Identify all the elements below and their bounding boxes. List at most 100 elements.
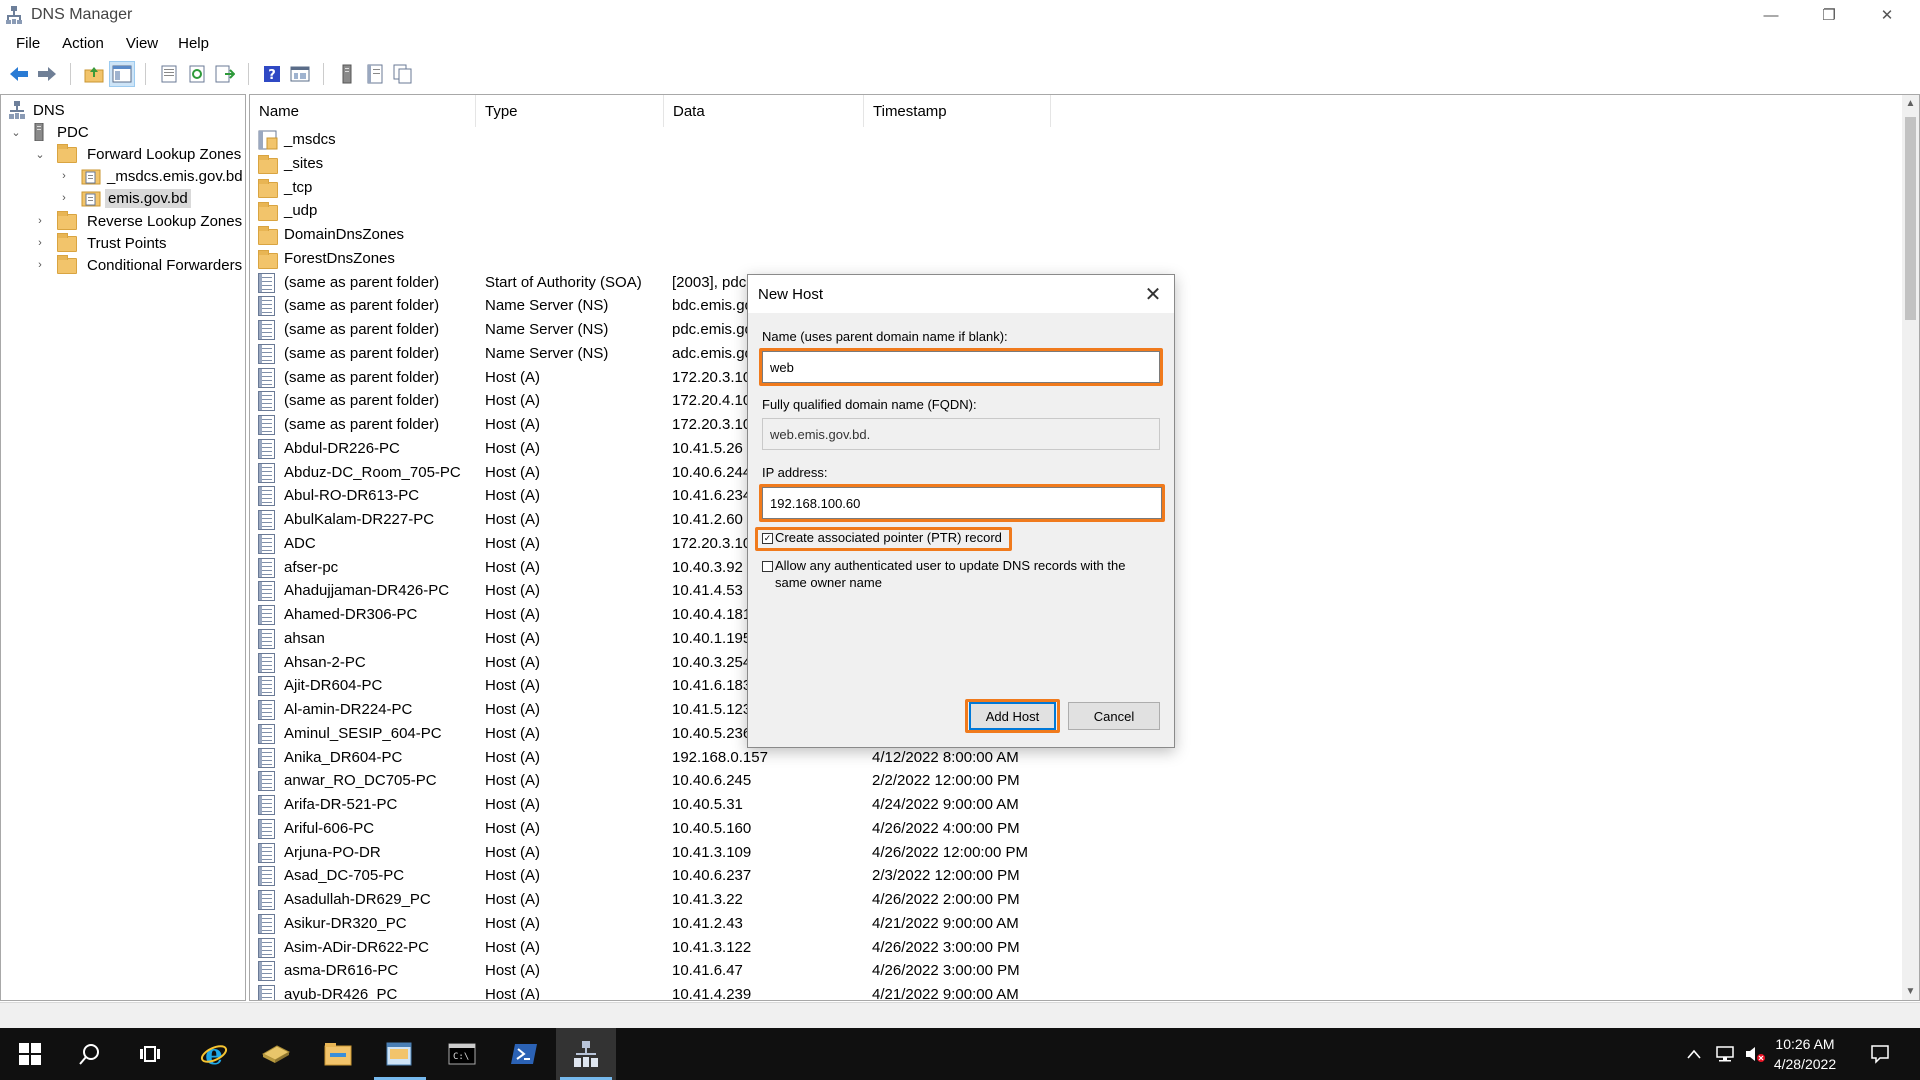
search-icon[interactable] [60,1028,120,1080]
record-icon [258,605,275,625]
authenticated-update-checkbox[interactable] [762,561,773,572]
minimize-button[interactable]: — [1742,0,1800,30]
record-name: Asikur-DR320_PC [284,914,407,932]
tree-item-conditional-forwarders[interactable]: › Conditional Forwarders [33,254,242,276]
tree-item-reverse-lookup-zones[interactable]: › Reverse Lookup Zones [33,210,242,232]
table-row[interactable]: DomainDnsZones [256,223,1556,247]
clock-time: 10:26 AM [1775,1036,1835,1052]
menu-view[interactable]: View [118,35,166,52]
table-row[interactable]: Asad_DC-705-PC Host (A) 10.40.6.237 2/3/202… [256,864,1556,888]
ip-address-input[interactable]: 192.168.100.60 [762,487,1162,519]
table-row[interactable]: asma-DR616-PC Host (A) 10.41.6.47 4/26/2022… [256,959,1556,983]
notification-center-icon[interactable] [1860,1028,1900,1080]
dialog-close-icon[interactable]: ✕ [1140,281,1166,307]
record-name: Abdul-DR226-PC [284,439,400,457]
scroll-up-icon[interactable]: ▲ [1902,95,1919,112]
tree-item-trust-points[interactable]: › Trust Points [33,232,166,254]
chevron-right-icon[interactable]: › [33,258,47,272]
record-type: Host (A) [485,416,541,433]
menu-action[interactable]: Action [54,35,112,52]
server-icon[interactable] [334,61,360,87]
tree-item-dns[interactable]: DNS [9,99,65,121]
table-row[interactable]: Asikur-DR320_PC Host (A) 10.41.2.43 4/21/20… [256,912,1556,936]
chevron-right-icon[interactable]: › [33,214,47,228]
table-row[interactable]: Arjuna-PO-DR Host (A) 10.41.3.109 4/26/2022… [256,841,1556,865]
table-row[interactable]: Anika_DR604-PC Host (A) 192.168.0.157 4/12/… [256,746,1556,770]
chevron-down-icon[interactable]: ⌄ [33,147,47,161]
dns-manager-icon[interactable] [556,1028,616,1080]
vertical-scrollbar[interactable]: ▲ ▼ [1902,95,1919,1000]
table-row[interactable]: ayub-DR426_PC Host (A) 10.41.4.239 4/21/202… [256,983,1556,1000]
record-data: 10.40.5.236 [672,724,749,742]
column-header-name[interactable]: Name [250,95,476,127]
menu-file[interactable]: File [8,35,48,52]
ptr-checkbox[interactable]: ✓ [762,533,773,544]
record-type: Host (A) [485,487,541,505]
ptr-checkbox-label[interactable]: Create associated pointer (PTR) record [775,529,1002,546]
table-row[interactable]: Asadullah-DR629_PC Host (A) 10.41.3.22 4/26… [256,888,1556,912]
folder-icon [258,225,278,245]
record-icon[interactable] [362,61,388,87]
table-row[interactable]: Ariful-606-PC Host (A) 10.40.5.160 4/26/202… [256,817,1556,841]
name-input[interactable]: web [762,351,1160,383]
record-name: Ariful-606-PC [284,819,375,837]
tree-item-forward-lookup-zones[interactable]: ⌄ Forward Lookup Zones [33,143,241,165]
show-hidden-icons-chevron-up-icon[interactable] [1680,1028,1708,1080]
table-row[interactable]: _tcp [256,176,1556,200]
scroll-thumb[interactable] [1905,117,1916,320]
add-host-button[interactable]: Add Host [969,702,1056,730]
tree-item-emis-zone[interactable]: › emis.gov.bd [57,187,191,209]
table-row[interactable]: Asim-ADir-DR622-PC Host (A) 10.41.3.122 4/2… [256,936,1556,960]
chevron-right-icon[interactable]: › [33,236,47,250]
toolbar-separator [70,63,71,85]
table-row[interactable]: Arifa-DR-521-PC Host (A) 10.40.5.31 4/24/20… [256,793,1556,817]
chevron-down-icon[interactable]: ⌄ [9,125,23,139]
export-list-icon[interactable] [212,61,238,87]
back-arrow-icon[interactable] [6,61,32,87]
column-header-type[interactable]: Type [476,95,664,127]
record-type: Host (A) [485,582,541,600]
explorer-window-icon[interactable] [370,1028,430,1080]
command-prompt-icon[interactable]: C:\ [432,1028,492,1080]
record-type: Host (A) [485,653,541,671]
internet-explorer-icon[interactable]: e [184,1028,244,1080]
file-explorer-icon[interactable] [308,1028,368,1080]
network-icon[interactable] [1710,1028,1740,1080]
table-row[interactable]: anwar_RO_DC705-PC Host (A) 10.40.6.245 2/2/… [256,769,1556,793]
show-hide-tree-icon[interactable] [109,61,135,87]
help-icon[interactable]: ? [259,61,285,87]
clock-date: 4/28/2022 [1773,1056,1837,1072]
start-icon[interactable] [0,1028,60,1080]
menu-help[interactable]: Help [170,35,217,52]
properties-icon[interactable] [156,61,182,87]
powershell-icon[interactable] [494,1028,554,1080]
restore-button[interactable]: ❐ [1800,0,1858,30]
system-clock[interactable]: 10:26 AM 4/28/2022 [1760,1034,1850,1074]
server-manager-icon[interactable] [246,1028,306,1080]
console-icon[interactable] [287,61,313,87]
table-row[interactable]: ForestDnsZones [256,247,1556,271]
table-row[interactable]: _msdcs [256,128,1556,152]
tree-label: Forward Lookup Zones [87,145,242,163]
up-folder-icon[interactable] [81,61,107,87]
column-header-timestamp[interactable]: Timestamp [864,95,1051,127]
task-view-icon[interactable] [120,1028,180,1080]
name-label: Name (uses parent domain name if blank): [762,329,1008,344]
record-icon [258,676,275,697]
table-row[interactable]: _udp [256,199,1556,223]
tree-item-msdcs-zone[interactable]: › _msdcs.emis.gov.bd [57,165,243,187]
refresh-icon[interactable] [184,61,210,87]
record-name: _sites [284,154,324,172]
close-window-button[interactable]: ✕ [1858,0,1916,30]
tree-item-pdc[interactable]: ⌄ PDC [9,121,89,143]
scroll-down-icon[interactable]: ▼ [1902,983,1919,1000]
chevron-right-icon[interactable]: › [57,191,71,205]
forward-arrow-icon[interactable] [34,61,60,87]
cancel-button[interactable]: Cancel [1068,702,1160,730]
authenticated-update-label[interactable]: Allow any authenticated user to update D… [775,557,1155,591]
copy-icon[interactable] [390,61,416,87]
table-row[interactable]: _sites [256,152,1556,176]
folder-icon [258,201,278,222]
chevron-right-icon[interactable]: › [57,169,71,183]
column-header-data[interactable]: Data [664,95,864,127]
